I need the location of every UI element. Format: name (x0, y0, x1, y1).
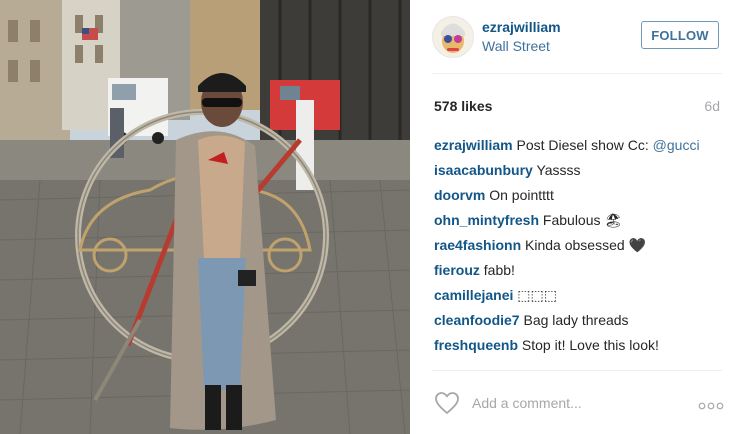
post-header: ezrajwilliam Wall Street FOLLOW (432, 16, 722, 58)
comment-username-link[interactable]: camillejanei (434, 287, 513, 303)
comment-item: camillejanei ⬚⬚⬚ (434, 286, 724, 304)
comment-text: Kinda obsessed 🖤 (525, 237, 646, 253)
comment-item: isaacabunbury Yassss (434, 161, 724, 179)
comment-text: Stop it! Love this look! (521, 337, 659, 353)
comment-item: ohn_mintyfresh Fabulous 🏖 (434, 211, 724, 229)
comment-text: Fabulous 🏖 (542, 212, 623, 228)
follow-button[interactable]: FOLLOW (641, 21, 719, 49)
comment-username-link[interactable]: rae4fashionn (434, 237, 521, 253)
comment-username-link[interactable]: ohn_mintyfresh (434, 212, 539, 228)
comment-text: Bag lady threads (523, 312, 629, 328)
comment-username-link[interactable]: fierouz (434, 262, 480, 278)
comment-list: ezrajwilliam Post Diesel show Cc: @gucci… (434, 136, 724, 361)
comment-username-link[interactable]: doorvm (434, 187, 485, 203)
comment-text: Yassss (536, 162, 581, 178)
comment-item: cleanfoodie7 Bag lady threads (434, 311, 724, 329)
heart-icon[interactable] (434, 391, 460, 415)
footer-divider (432, 370, 722, 371)
comment-item: ezrajwilliam Post Diesel show Cc: @gucci (434, 136, 724, 154)
comment-username-link[interactable]: freshqueenb (434, 337, 518, 353)
comment-item: rae4fashionn Kinda obsessed 🖤 (434, 236, 724, 254)
comment-text: ⬚⬚⬚ (517, 287, 557, 303)
comment-text: Post Diesel show Cc: (516, 137, 649, 153)
likes-count[interactable]: 578 likes (434, 98, 492, 114)
comment-username-link[interactable]: isaacabunbury (434, 162, 533, 178)
comment-item: freshqueenb Stop it! Love this look! (434, 336, 724, 354)
post-photo[interactable] (0, 0, 410, 434)
comment-mention-link[interactable]: @gucci (653, 137, 700, 153)
header-divider (432, 73, 722, 74)
comment-username-link[interactable]: ezrajwilliam (434, 137, 513, 153)
add-comment-input[interactable]: Add a comment... (472, 395, 582, 411)
comment-item: doorvm On pointttt (434, 186, 724, 204)
comment-text: On pointttt (489, 187, 554, 203)
comment-item: fierouz fabb! (434, 261, 724, 279)
post-sidebar: ezrajwilliam Wall Street FOLLOW 578 like… (410, 0, 730, 434)
comment-username-link[interactable]: cleanfoodie7 (434, 312, 520, 328)
avatar[interactable] (432, 16, 474, 58)
post-location-link[interactable]: Wall Street (482, 38, 550, 54)
comment-text: fabb! (483, 262, 515, 278)
post-username-link[interactable]: ezrajwilliam (482, 19, 561, 35)
instagram-post: ezrajwilliam Wall Street FOLLOW 578 like… (0, 0, 730, 434)
post-time[interactable]: 6d (704, 98, 720, 114)
more-options-icon[interactable] (698, 398, 724, 410)
